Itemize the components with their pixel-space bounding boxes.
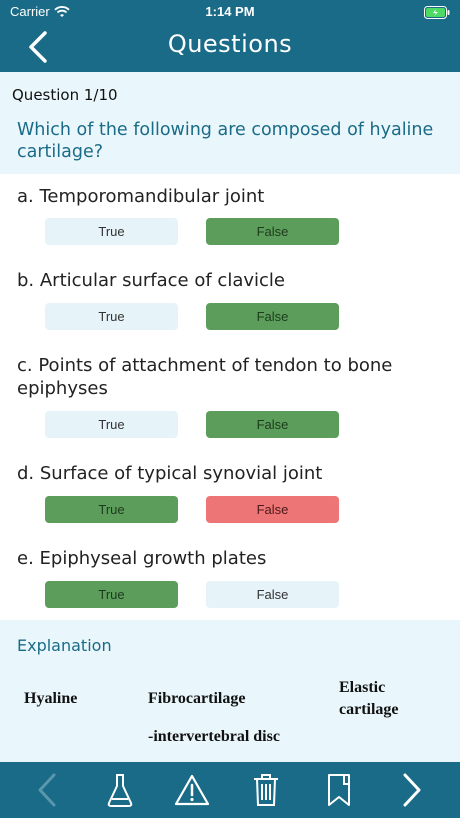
option-c-true-button[interactable]: True bbox=[45, 411, 178, 438]
lab-button[interactable] bbox=[100, 770, 140, 810]
question-counter: Question 1/10 bbox=[12, 86, 118, 104]
option-b: b. Articular surface of clavicle True Fa… bbox=[0, 258, 460, 344]
option-e-false-button[interactable]: False bbox=[206, 581, 339, 608]
option-c: c. Points of attachment of tendon to bon… bbox=[0, 343, 460, 451]
option-c-false-button[interactable]: False bbox=[206, 411, 339, 438]
question-header: Question 1/10 Which of the following are… bbox=[0, 72, 460, 174]
clock: 1:14 PM bbox=[205, 4, 255, 19]
report-button[interactable] bbox=[172, 770, 212, 810]
battery-icon bbox=[424, 6, 450, 19]
option-c-text: c. Points of attachment of tendon to bon… bbox=[17, 355, 393, 399]
option-e-text: e. Epiphyseal growth plates bbox=[17, 548, 267, 569]
status-bar: Carrier 1:14 PM bbox=[0, 0, 460, 24]
explanation-col-hyaline: Hyaline bbox=[24, 690, 78, 707]
flask-icon bbox=[107, 774, 133, 807]
question-text: Which of the following are composed of h… bbox=[17, 120, 434, 162]
warning-icon bbox=[174, 774, 210, 806]
bookmark-button[interactable] bbox=[319, 770, 359, 810]
bottom-toolbar bbox=[0, 762, 460, 818]
option-d-text: d. Surface of typical synovial joint bbox=[17, 463, 323, 484]
option-a-true-button[interactable]: True bbox=[45, 218, 178, 245]
option-b-true-button[interactable]: True bbox=[45, 303, 178, 330]
trash-icon bbox=[254, 774, 278, 806]
delete-button[interactable] bbox=[246, 770, 286, 810]
explanation-col-fibrocartilage: Fibrocartilage bbox=[148, 690, 246, 707]
chevron-left-icon bbox=[38, 773, 56, 807]
option-b-false-button[interactable]: False bbox=[206, 303, 339, 330]
option-e-true-button[interactable]: True bbox=[45, 581, 178, 608]
option-d: d. Surface of typical synovial joint Tru… bbox=[0, 450, 460, 536]
bookmark-icon bbox=[328, 774, 350, 806]
option-e: e. Epiphyseal growth plates True False bbox=[0, 535, 460, 620]
chevron-right-icon bbox=[403, 773, 421, 807]
top-bar: Carrier 1:14 PM Questions bbox=[0, 0, 460, 72]
option-b-text: b. Articular surface of clavicle bbox=[17, 270, 285, 291]
option-d-false-button[interactable]: False bbox=[206, 496, 339, 523]
option-d-true-button[interactable]: True bbox=[45, 496, 178, 523]
explanation-title: Explanation bbox=[17, 636, 112, 655]
page-title: Questions bbox=[167, 30, 293, 58]
previous-button[interactable] bbox=[27, 770, 67, 810]
explanation-panel: Explanation Hyaline Fibrocartilage Elast… bbox=[0, 620, 460, 762]
option-a-text: a. Temporomandibular joint bbox=[17, 186, 265, 207]
option-a: a. Temporomandibular joint True False bbox=[0, 174, 460, 259]
next-button[interactable] bbox=[392, 770, 432, 810]
explanation-col-elastic: Elastic cartilage bbox=[339, 679, 399, 718]
explanation-fibro-item: -intervertebral disc bbox=[148, 728, 280, 745]
option-a-false-button[interactable]: False bbox=[206, 218, 339, 245]
